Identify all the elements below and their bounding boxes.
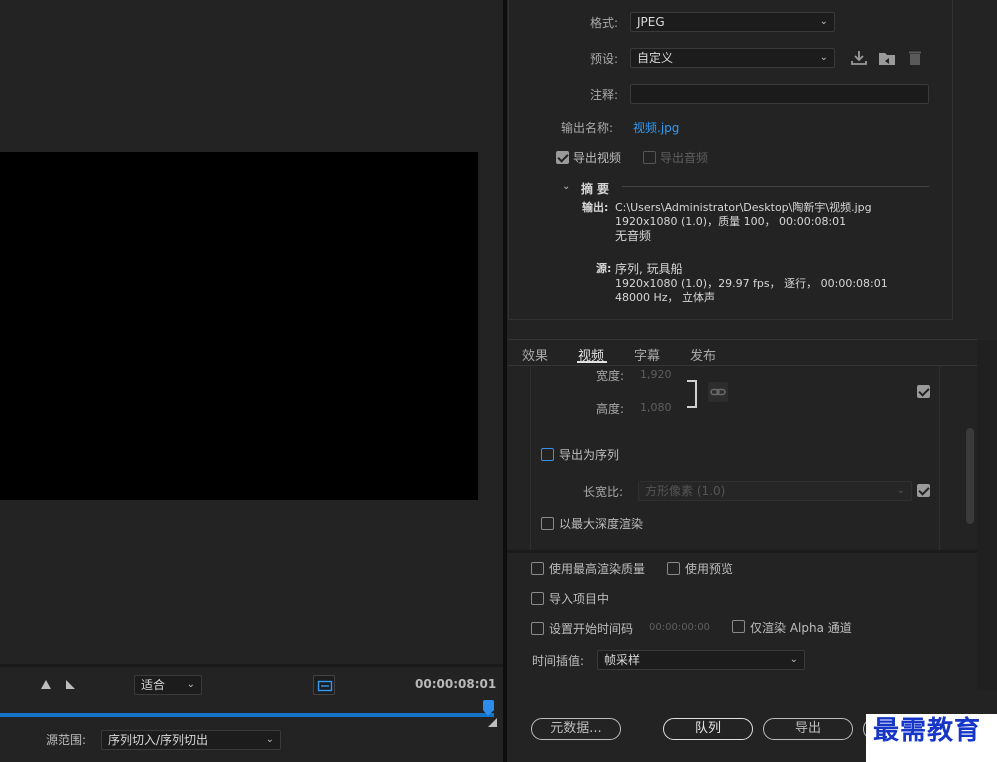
aspect-label: 长宽比: (583, 485, 624, 499)
time-interp-label: 时间插值: (532, 654, 585, 668)
metadata-button[interactable]: 元数据... (531, 718, 621, 740)
tab-effects[interactable]: 效果 (522, 345, 548, 364)
aspect-select[interactable]: 方形像素 (1.0) ⌄ (638, 481, 912, 501)
use-preview-checkbox[interactable] (667, 562, 680, 575)
playhead-timecode[interactable]: 00:00:08:01 (415, 677, 496, 691)
time-interp-select[interactable]: 帧采样 ⌄ (597, 650, 805, 670)
chevron-down-icon: ⌄ (819, 52, 828, 63)
chevron-down-icon: ⌄ (896, 485, 905, 496)
link-dimensions-icon[interactable] (708, 382, 728, 402)
start-timecode-value[interactable]: 00:00:00:00 (649, 622, 710, 633)
panel-divider (0, 664, 503, 667)
use-preview-label: 使用预览 (685, 562, 734, 576)
match-source-checkbox[interactable] (917, 385, 930, 398)
summary-divider (622, 186, 929, 187)
tab-captions[interactable]: 字幕 (634, 345, 660, 364)
source-range-select[interactable]: 序列切入/序列切出 ⌄ (101, 730, 281, 750)
watermark-logo: 最需教育 (866, 714, 997, 762)
save-preset-icon[interactable] (850, 49, 868, 67)
comments-label: 注释: (590, 88, 619, 102)
max-quality-checkbox[interactable] (531, 562, 544, 575)
width-value[interactable]: 1,920 (640, 368, 672, 381)
fit-frame-icon (317, 680, 333, 692)
playhead-handle[interactable] (483, 700, 494, 710)
max-depth-label: 以最大深度渲染 (559, 517, 644, 531)
import-project-label: 导入项目中 (549, 592, 610, 606)
import-preset-icon[interactable] (878, 49, 896, 67)
playhead-tip (483, 710, 494, 716)
adjacent-panel-edge (977, 340, 997, 690)
preset-label: 预设: (590, 52, 619, 66)
summary-title: 摘要 (581, 182, 614, 196)
summary-output-line: 无音频 (615, 229, 652, 243)
summary-source-line: 序列, 玩具船 (615, 262, 683, 276)
active-tab-indicator (577, 361, 607, 363)
import-project-checkbox[interactable] (531, 592, 544, 605)
collapse-chevron-icon[interactable]: ⌄ (562, 181, 570, 192)
summary-source-line: 48000 Hz， 立体声 (615, 291, 716, 304)
export-video-label: 导出视频 (573, 151, 622, 165)
export-audio-checkbox[interactable] (643, 151, 656, 164)
format-label: 格式: (590, 16, 619, 30)
output-name-label: 输出名称: (561, 121, 614, 135)
export-sequence-checkbox[interactable] (541, 448, 554, 461)
out-point-marker[interactable] (488, 718, 497, 727)
height-value[interactable]: 1,080 (640, 401, 672, 414)
chevron-down-icon: ⌄ (265, 734, 274, 745)
export-button[interactable]: 导出 (763, 718, 853, 740)
summary-source-line: 1920x1080 (1.0)，29.97 fps， 逐行， 00:00:08:… (615, 277, 888, 290)
max-quality-label: 使用最高渲染质量 (549, 562, 646, 576)
export-video-checkbox[interactable] (556, 151, 569, 164)
start-timecode-checkbox[interactable] (531, 622, 544, 635)
start-timecode-label: 设置开始时间码 (549, 622, 634, 636)
format-select[interactable]: JPEG ⌄ (630, 12, 835, 32)
panel-divider (507, 550, 977, 553)
alpha-only-checkbox[interactable] (732, 620, 745, 633)
source-range-label: 源范围: (46, 733, 87, 747)
max-depth-checkbox[interactable] (541, 517, 554, 530)
comments-input[interactable] (630, 84, 929, 104)
summary-output-label: 输出: (582, 201, 609, 214)
summary-output-line: C:\Users\Administrator\Desktop\陶新宇\视频.jp… (615, 201, 872, 214)
video-preview (0, 152, 478, 500)
export-sequence-label: 导出为序列 (559, 448, 620, 462)
preset-value: 自定义 (637, 51, 674, 65)
aspect-value: 方形像素 (1.0) (645, 484, 726, 498)
fit-select[interactable]: 适合 ⌄ (134, 675, 202, 695)
height-label: 高度: (596, 402, 625, 416)
summary-output-line: 1920x1080 (1.0)，质量 100， 00:00:08:01 (615, 215, 847, 228)
chevron-down-icon: ⌄ (186, 679, 195, 690)
delete-preset-icon[interactable] (906, 49, 924, 67)
source-range-value: 序列切入/序列切出 (108, 733, 209, 747)
output-name-link[interactable]: 视频.jpg (633, 119, 679, 136)
summary-source-label: 源: (596, 262, 612, 275)
mark-out-icon[interactable] (66, 680, 75, 689)
timeline-range-bar[interactable] (0, 713, 494, 717)
scrollbar-thumb[interactable] (966, 428, 974, 524)
queue-button[interactable]: 队列 (663, 718, 753, 740)
aspect-fit-button[interactable] (313, 675, 335, 695)
format-value: JPEG (637, 15, 665, 29)
preset-select[interactable]: 自定义 ⌄ (630, 48, 835, 68)
width-label: 宽度: (596, 369, 625, 383)
chevron-down-icon: ⌄ (819, 16, 828, 27)
tab-publish[interactable]: 发布 (690, 345, 716, 364)
link-bracket (687, 380, 697, 408)
export-audio-label: 导出音频 (660, 151, 709, 165)
mark-in-icon[interactable] (41, 680, 51, 689)
alpha-only-label: 仅渲染 Alpha 通道 (750, 621, 852, 635)
time-interp-value: 帧采样 (604, 653, 641, 667)
fit-select-value: 适合 (141, 678, 166, 692)
chevron-down-icon: ⌄ (789, 654, 798, 665)
aspect-match-checkbox[interactable] (917, 484, 930, 497)
